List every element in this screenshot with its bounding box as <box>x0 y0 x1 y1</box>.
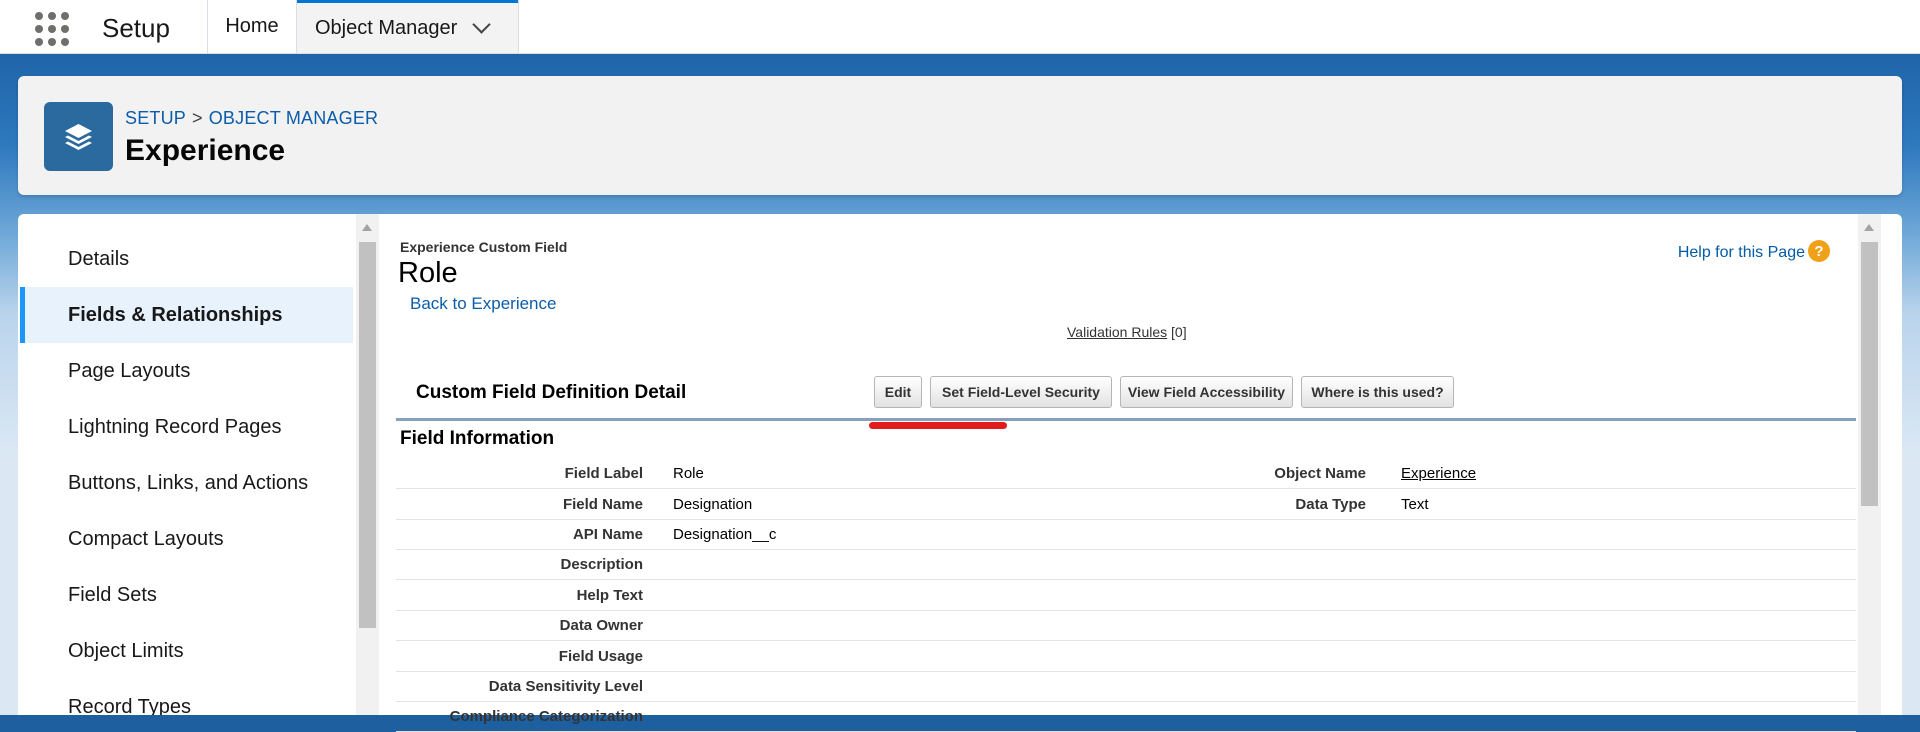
breadcrumb: SETUP > OBJECT MANAGER <box>125 108 378 129</box>
table-row: Field Name Designation Data Type Text <box>396 489 1856 520</box>
page-header: SETUP > OBJECT MANAGER Experience <box>18 76 1902 195</box>
help-for-page-link[interactable]: Help for this Page <box>1678 244 1805 262</box>
nav-divider <box>518 0 519 53</box>
app-title: Setup <box>102 13 170 43</box>
row-value: Designation <box>673 496 753 513</box>
row-label: API Name <box>572 526 643 543</box>
page-title: Experience <box>125 134 286 167</box>
sidebar-scrollbar[interactable] <box>356 214 379 715</box>
table-row: Help Text <box>396 580 1856 611</box>
breadcrumb-object-manager[interactable]: OBJECT MANAGER <box>209 108 379 128</box>
field-information-title: Field Information <box>400 428 555 449</box>
help-icon[interactable]: ? <box>1808 240 1830 262</box>
content-scrollbar[interactable] <box>1858 214 1881 715</box>
nav-tab-home[interactable]: Home <box>208 0 296 53</box>
validation-rules-link[interactable]: Validation Rules <box>1067 324 1167 340</box>
table-row: API Name Designation__c <box>396 519 1856 550</box>
nav-tab-object-manager[interactable]: Object Manager <box>297 0 518 53</box>
back-to-experience-link[interactable]: Back to Experience <box>410 294 556 314</box>
breadcrumb-setup[interactable]: SETUP <box>125 108 186 128</box>
field-title: Role <box>398 257 458 289</box>
chevron-down-icon[interactable] <box>472 14 491 34</box>
scroll-up-icon[interactable] <box>1864 224 1874 231</box>
sidebar-item-object-limits[interactable]: Object Limits <box>20 623 353 679</box>
scrollbar-thumb[interactable] <box>359 242 376 628</box>
row-value: Designation__c <box>673 526 777 543</box>
sidebar-item-buttons-links-actions[interactable]: Buttons, Links, and Actions <box>20 455 353 511</box>
section-title: Custom Field Definition Detail <box>416 382 687 403</box>
view-field-accessibility-button[interactable]: View Field Accessibility <box>1120 376 1293 408</box>
row-label: Object Name <box>1274 465 1366 482</box>
row-label: Compliance Categorization <box>449 708 643 725</box>
table-row: Field Usage <box>396 641 1856 672</box>
object-name-link[interactable]: Experience <box>1401 465 1476 482</box>
row-label: Data Type <box>1295 496 1366 513</box>
scrollbar-thumb[interactable] <box>1861 242 1878 506</box>
breadcrumb-separator: > <box>192 108 203 128</box>
row-label: Field Name <box>562 496 643 513</box>
row-label: Data Owner <box>559 617 643 634</box>
row-value: Text <box>1401 496 1429 513</box>
sidebar-item-field-sets[interactable]: Field Sets <box>20 567 353 623</box>
row-label: Data Sensitivity Level <box>488 678 643 695</box>
table-row: Data Sensitivity Level <box>396 671 1856 702</box>
sidebar-item-compact-layouts[interactable]: Compact Layouts <box>20 511 353 567</box>
where-is-this-used-button[interactable]: Where is this used? <box>1301 376 1454 408</box>
row-label: Field Label <box>564 465 643 482</box>
field-detail-content: Experience Custom Field Role Back to Exp… <box>380 214 1875 732</box>
sidebar-nav: Details Fields & Relationships Page Layo… <box>18 214 353 715</box>
row-value: Role <box>673 465 704 482</box>
validation-rules: Validation Rules [0] <box>1067 324 1187 340</box>
scroll-up-icon[interactable] <box>362 224 372 231</box>
sidebar-item-fields-relationships[interactable]: Fields & Relationships <box>20 287 353 343</box>
table-row: Compliance Categorization <box>396 701 1856 732</box>
nav-tab-object-manager-label: Object Manager <box>315 16 458 39</box>
set-field-level-security-button[interactable]: Set Field-Level Security <box>930 376 1112 408</box>
global-header: Setup Home Object Manager <box>0 0 1920 54</box>
main-panel: Details Fields & Relationships Page Layo… <box>18 214 1902 732</box>
table-row: Field Label Role Object Name Experience <box>396 458 1856 489</box>
annotation-underline <box>869 422 1007 429</box>
row-label: Field Usage <box>558 648 643 665</box>
sidebar-item-record-types[interactable]: Record Types <box>20 679 353 716</box>
row-label: Help Text <box>576 587 643 604</box>
table-row: Data Owner <box>396 610 1856 641</box>
row-label: Description <box>560 556 643 573</box>
validation-rules-count: [0] <box>1171 324 1187 340</box>
table-row: Description <box>396 549 1856 580</box>
stacked-layers-icon <box>44 102 113 171</box>
app-launcher-icon[interactable] <box>35 12 69 46</box>
section-divider <box>396 418 1856 421</box>
sidebar-item-details[interactable]: Details <box>20 231 353 287</box>
object-type-label: Experience Custom Field <box>400 239 568 255</box>
sidebar-item-lightning-record-pages[interactable]: Lightning Record Pages <box>20 399 353 455</box>
edit-button[interactable]: Edit <box>874 376 922 408</box>
sidebar-item-page-layouts[interactable]: Page Layouts <box>20 343 353 399</box>
